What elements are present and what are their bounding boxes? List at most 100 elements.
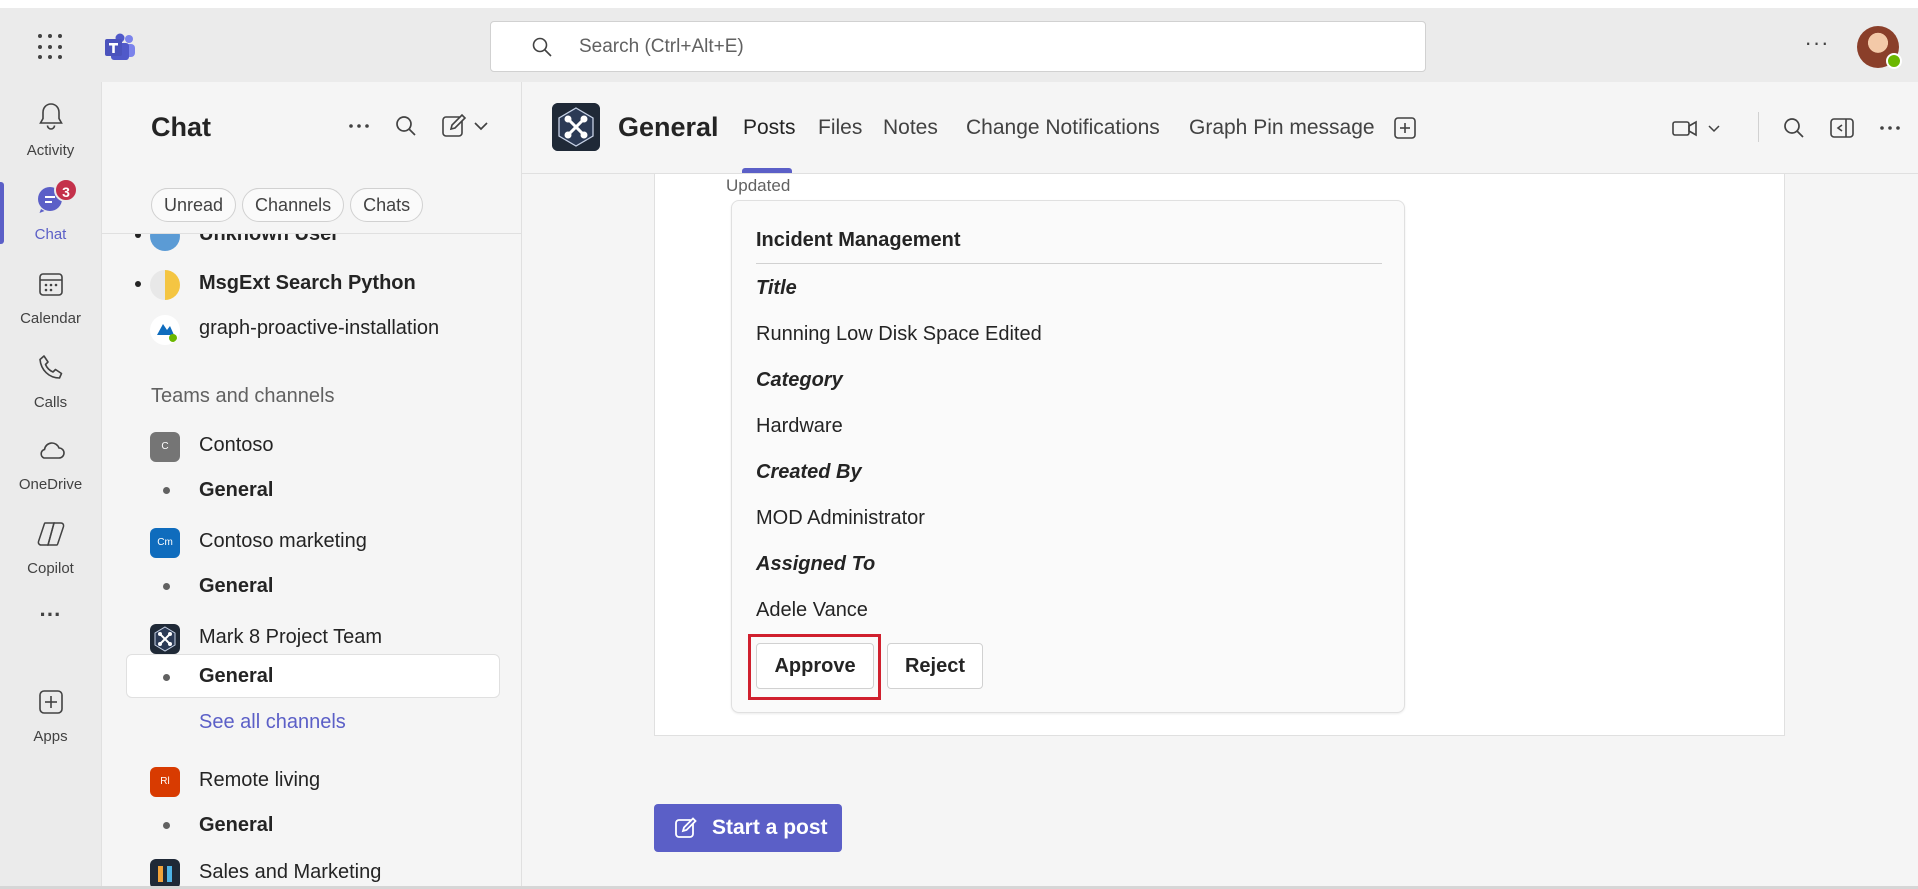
field-label-title: Title: [756, 277, 797, 299]
see-all-channels-link[interactable]: See all channels: [199, 711, 346, 734]
team-item-contoso-marketing[interactable]: Cm Contoso marketing: [102, 519, 521, 563]
copilot-icon: [37, 522, 65, 546]
start-post-button[interactable]: Start a post: [654, 804, 842, 852]
card-divider: [756, 263, 1382, 264]
field-label-assigned-to: Assigned To: [756, 553, 876, 575]
reject-button[interactable]: Reject: [887, 643, 983, 689]
card-title: Incident Management: [756, 229, 961, 251]
team-item-remote-living[interactable]: Rl Remote living: [102, 758, 521, 802]
field-label-category: Category: [756, 369, 843, 391]
user-avatar[interactable]: [1857, 26, 1902, 69]
cloud-icon: [40, 442, 65, 459]
bot-avatar-icon: [150, 315, 180, 345]
calendar-icon: [39, 273, 63, 296]
search-input[interactable]: [579, 32, 1379, 62]
more-options-icon[interactable]: ···: [1802, 30, 1832, 60]
team-logo-icon: [552, 103, 600, 151]
rail-item-more[interactable]: ···: [0, 602, 101, 642]
rail-item-onedrive[interactable]: OneDrive: [0, 424, 101, 502]
window-top-strip: [0, 0, 1918, 8]
chat-item-msgext-search-python[interactable]: MsgExt Search Python: [102, 261, 521, 305]
rail-label: Copilot: [27, 560, 74, 577]
top-bar: ···: [0, 8, 1918, 82]
active-tab-indicator: [742, 168, 792, 173]
add-apps-icon: [39, 690, 63, 714]
post-status-updated: Updated: [726, 176, 791, 195]
channel-bullet: [163, 487, 170, 494]
rail-label: Chat: [34, 226, 67, 243]
unread-count-badge: 3: [54, 178, 78, 202]
chat-name: MsgExt Search Python: [199, 272, 416, 294]
chevron-down-icon[interactable]: [1706, 114, 1722, 142]
channel-item-general[interactable]: General: [102, 803, 521, 847]
chat-list-title: Chat: [151, 112, 211, 142]
filter-channels[interactable]: Channels: [242, 188, 345, 222]
channel-item-general-selected[interactable]: General: [126, 654, 500, 698]
teams-section-header: Teams and channels: [151, 385, 335, 407]
filter-chats[interactable]: Chats: [350, 188, 424, 222]
unread-dot: [135, 281, 141, 287]
channel-item-general[interactable]: General: [102, 468, 521, 512]
tab-graph-pin-message[interactable]: Graph Pin message: [1189, 116, 1375, 140]
app-launcher-icon[interactable]: [38, 34, 64, 60]
team-name: Contoso marketing: [199, 530, 367, 552]
rail-item-activity[interactable]: Activity: [0, 90, 101, 168]
new-chat-icon[interactable]: [440, 112, 468, 140]
tab-posts[interactable]: Posts: [743, 116, 796, 140]
app-rail: Activity 3 Chat Calendar Calls OneDrive: [0, 82, 101, 889]
team-item-sales-and-marketing[interactable]: Sales and Marketing: [102, 850, 521, 889]
search-icon[interactable]: [1780, 114, 1808, 142]
filter-unread[interactable]: Unread: [151, 188, 237, 222]
team-avatar-icon: [150, 859, 180, 889]
rail-item-chat[interactable]: 3 Chat: [0, 174, 101, 252]
channel-name: General: [199, 575, 274, 597]
rail-label: Calendar: [20, 310, 81, 327]
chat-item-graph-proactive-installation[interactable]: graph-proactive-installation: [102, 306, 521, 350]
channel-bullet: [163, 822, 170, 829]
team-name: Remote living: [199, 769, 321, 791]
open-side-panel-icon[interactable]: [1828, 114, 1856, 142]
bell-icon: [39, 103, 63, 130]
divider: [1758, 112, 1759, 142]
channel-header: General Posts Files Notes Change Notific…: [522, 82, 1918, 174]
more-options-icon[interactable]: [1876, 114, 1904, 142]
search-icon[interactable]: [392, 112, 420, 140]
team-name: Contoso: [199, 434, 274, 456]
channel-name: General: [199, 665, 274, 687]
add-tab-icon[interactable]: [1392, 115, 1418, 141]
team-name: Sales and Marketing: [199, 861, 382, 883]
rail-item-calls[interactable]: Calls: [0, 342, 101, 420]
team-avatar: C: [150, 432, 180, 462]
rail-item-apps[interactable]: Apps: [0, 676, 101, 754]
phone-icon: [39, 355, 63, 379]
chevron-down-icon[interactable]: [470, 112, 492, 140]
rail-item-calendar[interactable]: Calendar: [0, 258, 101, 336]
tab-notes[interactable]: Notes: [883, 116, 938, 140]
channel-item-general[interactable]: General: [102, 564, 521, 608]
channel-name: General: [199, 814, 274, 836]
more-options-icon[interactable]: [345, 112, 373, 140]
search-box[interactable]: [490, 21, 1426, 72]
more-apps-icon: ···: [39, 602, 62, 627]
team-name: Mark 8 Project Team: [199, 626, 383, 648]
channel-bullet: [163, 583, 170, 590]
rail-item-copilot[interactable]: Copilot: [0, 508, 101, 586]
team-item-mark-8-project-team[interactable]: Mark 8 Project Team: [102, 615, 521, 659]
field-label-created-by: Created By: [756, 461, 862, 483]
team-item-contoso[interactable]: C Contoso: [102, 423, 521, 467]
field-value-assigned-to: Adele Vance: [756, 599, 868, 621]
team-avatar: Rl: [150, 767, 180, 797]
tab-change-notifications[interactable]: Change Notifications: [966, 116, 1160, 140]
tab-files[interactable]: Files: [818, 116, 862, 140]
channel-bullet: [163, 674, 170, 681]
search-icon: [532, 37, 552, 57]
chat-list-pane: Chat Unread Channels Chats Unknown User …: [101, 82, 522, 889]
team-avatar: Cm: [150, 528, 180, 558]
presence-available-icon: [1886, 53, 1902, 69]
field-value-category: Hardware: [756, 415, 843, 437]
rail-label: Apps: [33, 728, 68, 745]
avatar: [150, 270, 180, 300]
video-camera-icon[interactable]: [1670, 114, 1700, 142]
field-value-title: Running Low Disk Space Edited: [756, 323, 1042, 345]
compose-icon: [675, 817, 697, 838]
